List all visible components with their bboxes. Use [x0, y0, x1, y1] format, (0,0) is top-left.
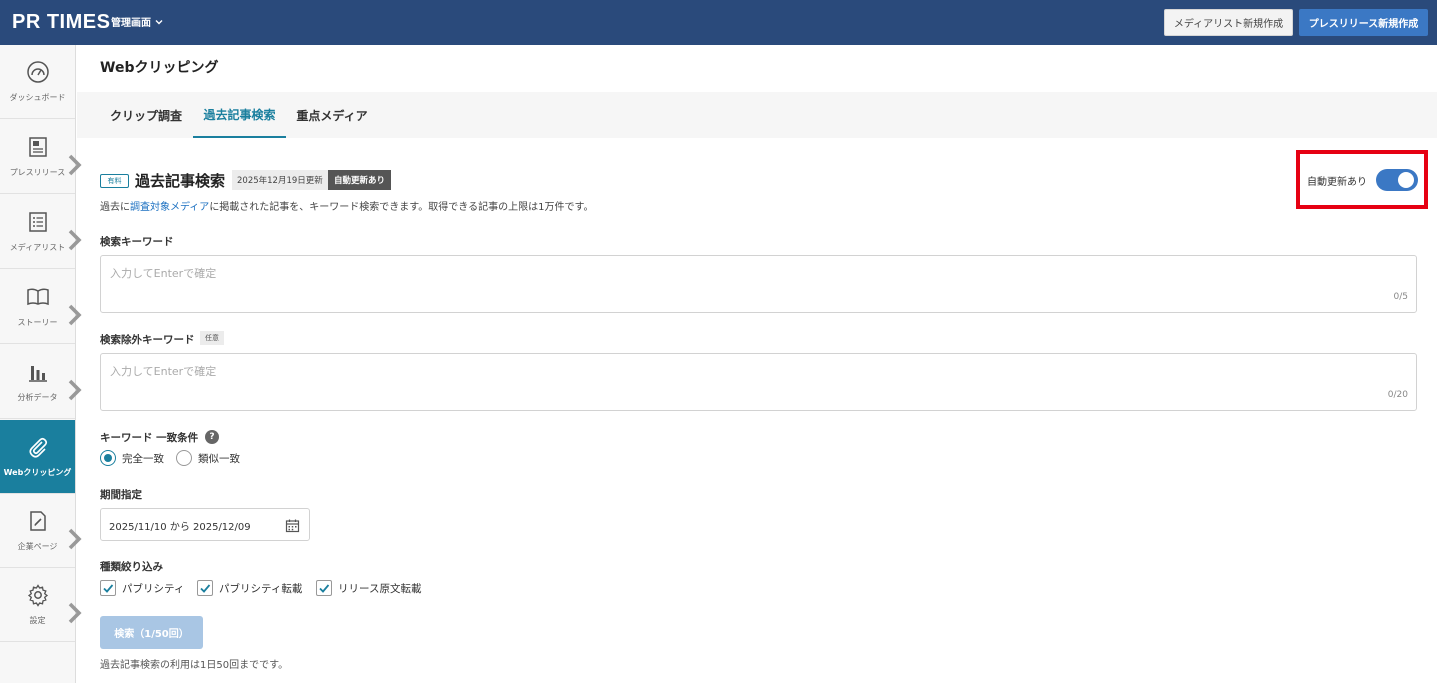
- help-icon[interactable]: ?: [205, 430, 219, 444]
- optional-tag: 任意: [200, 331, 224, 345]
- radio-label: 完全一致: [122, 452, 164, 465]
- checkmark-icon: [103, 584, 114, 593]
- toggle-knob: [1398, 172, 1414, 188]
- sidebar-item-label: Webクリッピング: [3, 468, 72, 477]
- description-suffix: に掲載された記事を、キーワード検索できます。取得できる記事の上限は1万件です。: [209, 202, 594, 213]
- checkbox-label: パブリシティ: [122, 582, 185, 595]
- radio-button[interactable]: [176, 450, 192, 466]
- sidebar-item-web-clipping[interactable]: Webクリッピング: [0, 420, 75, 494]
- date-range-value: 2025/11/10 から 2025/12/09: [109, 522, 251, 533]
- checkbox[interactable]: [316, 580, 332, 596]
- tab-priority-media[interactable]: 重点メディア: [287, 92, 377, 138]
- sidebar-item-label: ストーリー: [17, 318, 58, 327]
- auto-update-toggle[interactable]: [1376, 169, 1418, 191]
- chevron-right-icon: [68, 229, 82, 251]
- period-label: 期間指定: [100, 489, 142, 501]
- sidebar-item-analytics[interactable]: 分析データ: [0, 345, 82, 419]
- updated-date-tag: 2025年12月19日更新: [232, 170, 328, 190]
- paperclip-icon: [28, 437, 47, 458]
- chevron-right-icon: [68, 602, 82, 624]
- tab-clip-survey[interactable]: クリップ調査: [100, 92, 192, 138]
- calendar-icon: [285, 519, 300, 533]
- new-press-release-button[interactable]: プレスリリース新規作成: [1299, 9, 1428, 36]
- bar-chart-icon: [28, 366, 47, 382]
- sidebar: ダッシュボード プレスリリース メディアリスト ストーリー 分析データ Webク…: [0, 45, 82, 683]
- paid-badge: 有料: [100, 174, 129, 188]
- edit-page-icon: [29, 511, 46, 531]
- auto-update-toggle-highlight: 自動更新あり: [1296, 150, 1428, 209]
- exclude-keyword-count: 0/20: [1387, 390, 1408, 400]
- sidebar-item-press-release[interactable]: プレスリリース: [0, 120, 82, 194]
- exclude-keyword-label: 検索除外キーワード: [100, 334, 195, 346]
- list-icon: [28, 212, 47, 232]
- sidebar-item-dashboard[interactable]: ダッシュボード: [0, 45, 75, 119]
- sidebar-item-company-page[interactable]: 企業ページ: [0, 494, 82, 568]
- pr-times-logo[interactable]: PR TIMES: [12, 11, 110, 34]
- date-range-picker[interactable]: 2025/11/10 から 2025/12/09: [100, 508, 310, 541]
- sidebar-item-settings[interactable]: 設定: [0, 568, 82, 642]
- sidebar-item-label: プレスリリース: [9, 168, 66, 177]
- tab-bar: クリップ調査 過去記事検索 重点メディア: [77, 92, 1437, 138]
- sidebar-item-media-list[interactable]: メディアリスト: [0, 195, 82, 269]
- section-description: 過去に調査対象メディアに掲載された記事を、キーワード検索できます。取得できる記事…: [100, 198, 593, 213]
- gear-icon: [27, 584, 48, 607]
- exclude-keyword-placeholder: 入力してEnterで確定: [110, 365, 217, 378]
- keyword-placeholder: 入力してEnterで確定: [110, 267, 217, 280]
- checkbox[interactable]: [100, 580, 116, 596]
- keyword-label: 検索キーワード: [100, 236, 174, 248]
- match-condition-label: キーワード 一致条件: [100, 432, 199, 444]
- chevron-right-icon: [68, 304, 82, 326]
- search-button[interactable]: 検索（1/50回）: [100, 616, 203, 649]
- checkbox-release-original-repost[interactable]: リリース原文転載: [316, 580, 421, 596]
- top-bar: PR TIMES 管理画面 メディアリスト新規作成 プレスリリース新規作成: [0, 0, 1437, 45]
- new-media-list-button[interactable]: メディアリスト新規作成: [1164, 9, 1293, 36]
- sidebar-item-label: ダッシュボード: [9, 93, 66, 102]
- sidebar-item-label: 分析データ: [17, 393, 58, 402]
- exclude-keyword-input[interactable]: 入力してEnterで確定 0/20: [100, 353, 1417, 411]
- chevron-right-icon: [68, 379, 82, 401]
- radio-exact-match[interactable]: 完全一致: [100, 450, 164, 466]
- checkbox-label: リリース原文転載: [338, 582, 422, 595]
- admin-menu-dropdown[interactable]: 管理画面: [111, 14, 164, 29]
- checkbox[interactable]: [197, 580, 213, 596]
- radio-similar-match[interactable]: 類似一致: [176, 450, 240, 466]
- checkmark-icon: [319, 584, 330, 593]
- keyword-input[interactable]: 入力してEnterで確定 0/5: [100, 255, 1417, 313]
- chevron-right-icon: [68, 154, 82, 176]
- chevron-down-icon: [155, 19, 163, 24]
- document-icon: [28, 137, 47, 157]
- sidebar-item-label: 設定: [29, 616, 46, 625]
- radio-button-selected[interactable]: [100, 450, 116, 466]
- sidebar-item-label: メディアリスト: [9, 243, 66, 252]
- usage-limit-note: 過去記事検索の利用は1日50回までです。: [100, 660, 289, 671]
- radio-label: 類似一致: [198, 452, 240, 465]
- dashboard-icon: [26, 61, 49, 83]
- chevron-right-icon: [68, 528, 82, 550]
- tab-past-article-search[interactable]: 過去記事検索: [193, 92, 286, 138]
- page-title: Webクリッピング: [100, 60, 219, 76]
- auto-update-toggle-label: 自動更新あり: [1307, 177, 1367, 188]
- type-filter-label: 種類絞り込み: [100, 561, 163, 573]
- auto-update-tag: 自動更新あり: [328, 170, 392, 190]
- checkmark-icon: [200, 584, 211, 593]
- book-icon: [26, 288, 49, 306]
- checkbox-publicity[interactable]: パブリシティ: [100, 580, 184, 596]
- sidebar-item-story[interactable]: ストーリー: [0, 270, 82, 344]
- target-media-link[interactable]: 調査対象メディア: [130, 202, 209, 213]
- sidebar-item-label: 企業ページ: [17, 542, 58, 551]
- keyword-count: 0/5: [1393, 292, 1408, 302]
- checkbox-label: パブリシティ転載: [219, 582, 303, 595]
- description-prefix: 過去に: [100, 202, 130, 213]
- section-title: 過去記事検索: [135, 172, 226, 190]
- admin-menu-label: 管理画面: [111, 18, 151, 29]
- checkbox-publicity-repost[interactable]: パブリシティ転載: [197, 580, 302, 596]
